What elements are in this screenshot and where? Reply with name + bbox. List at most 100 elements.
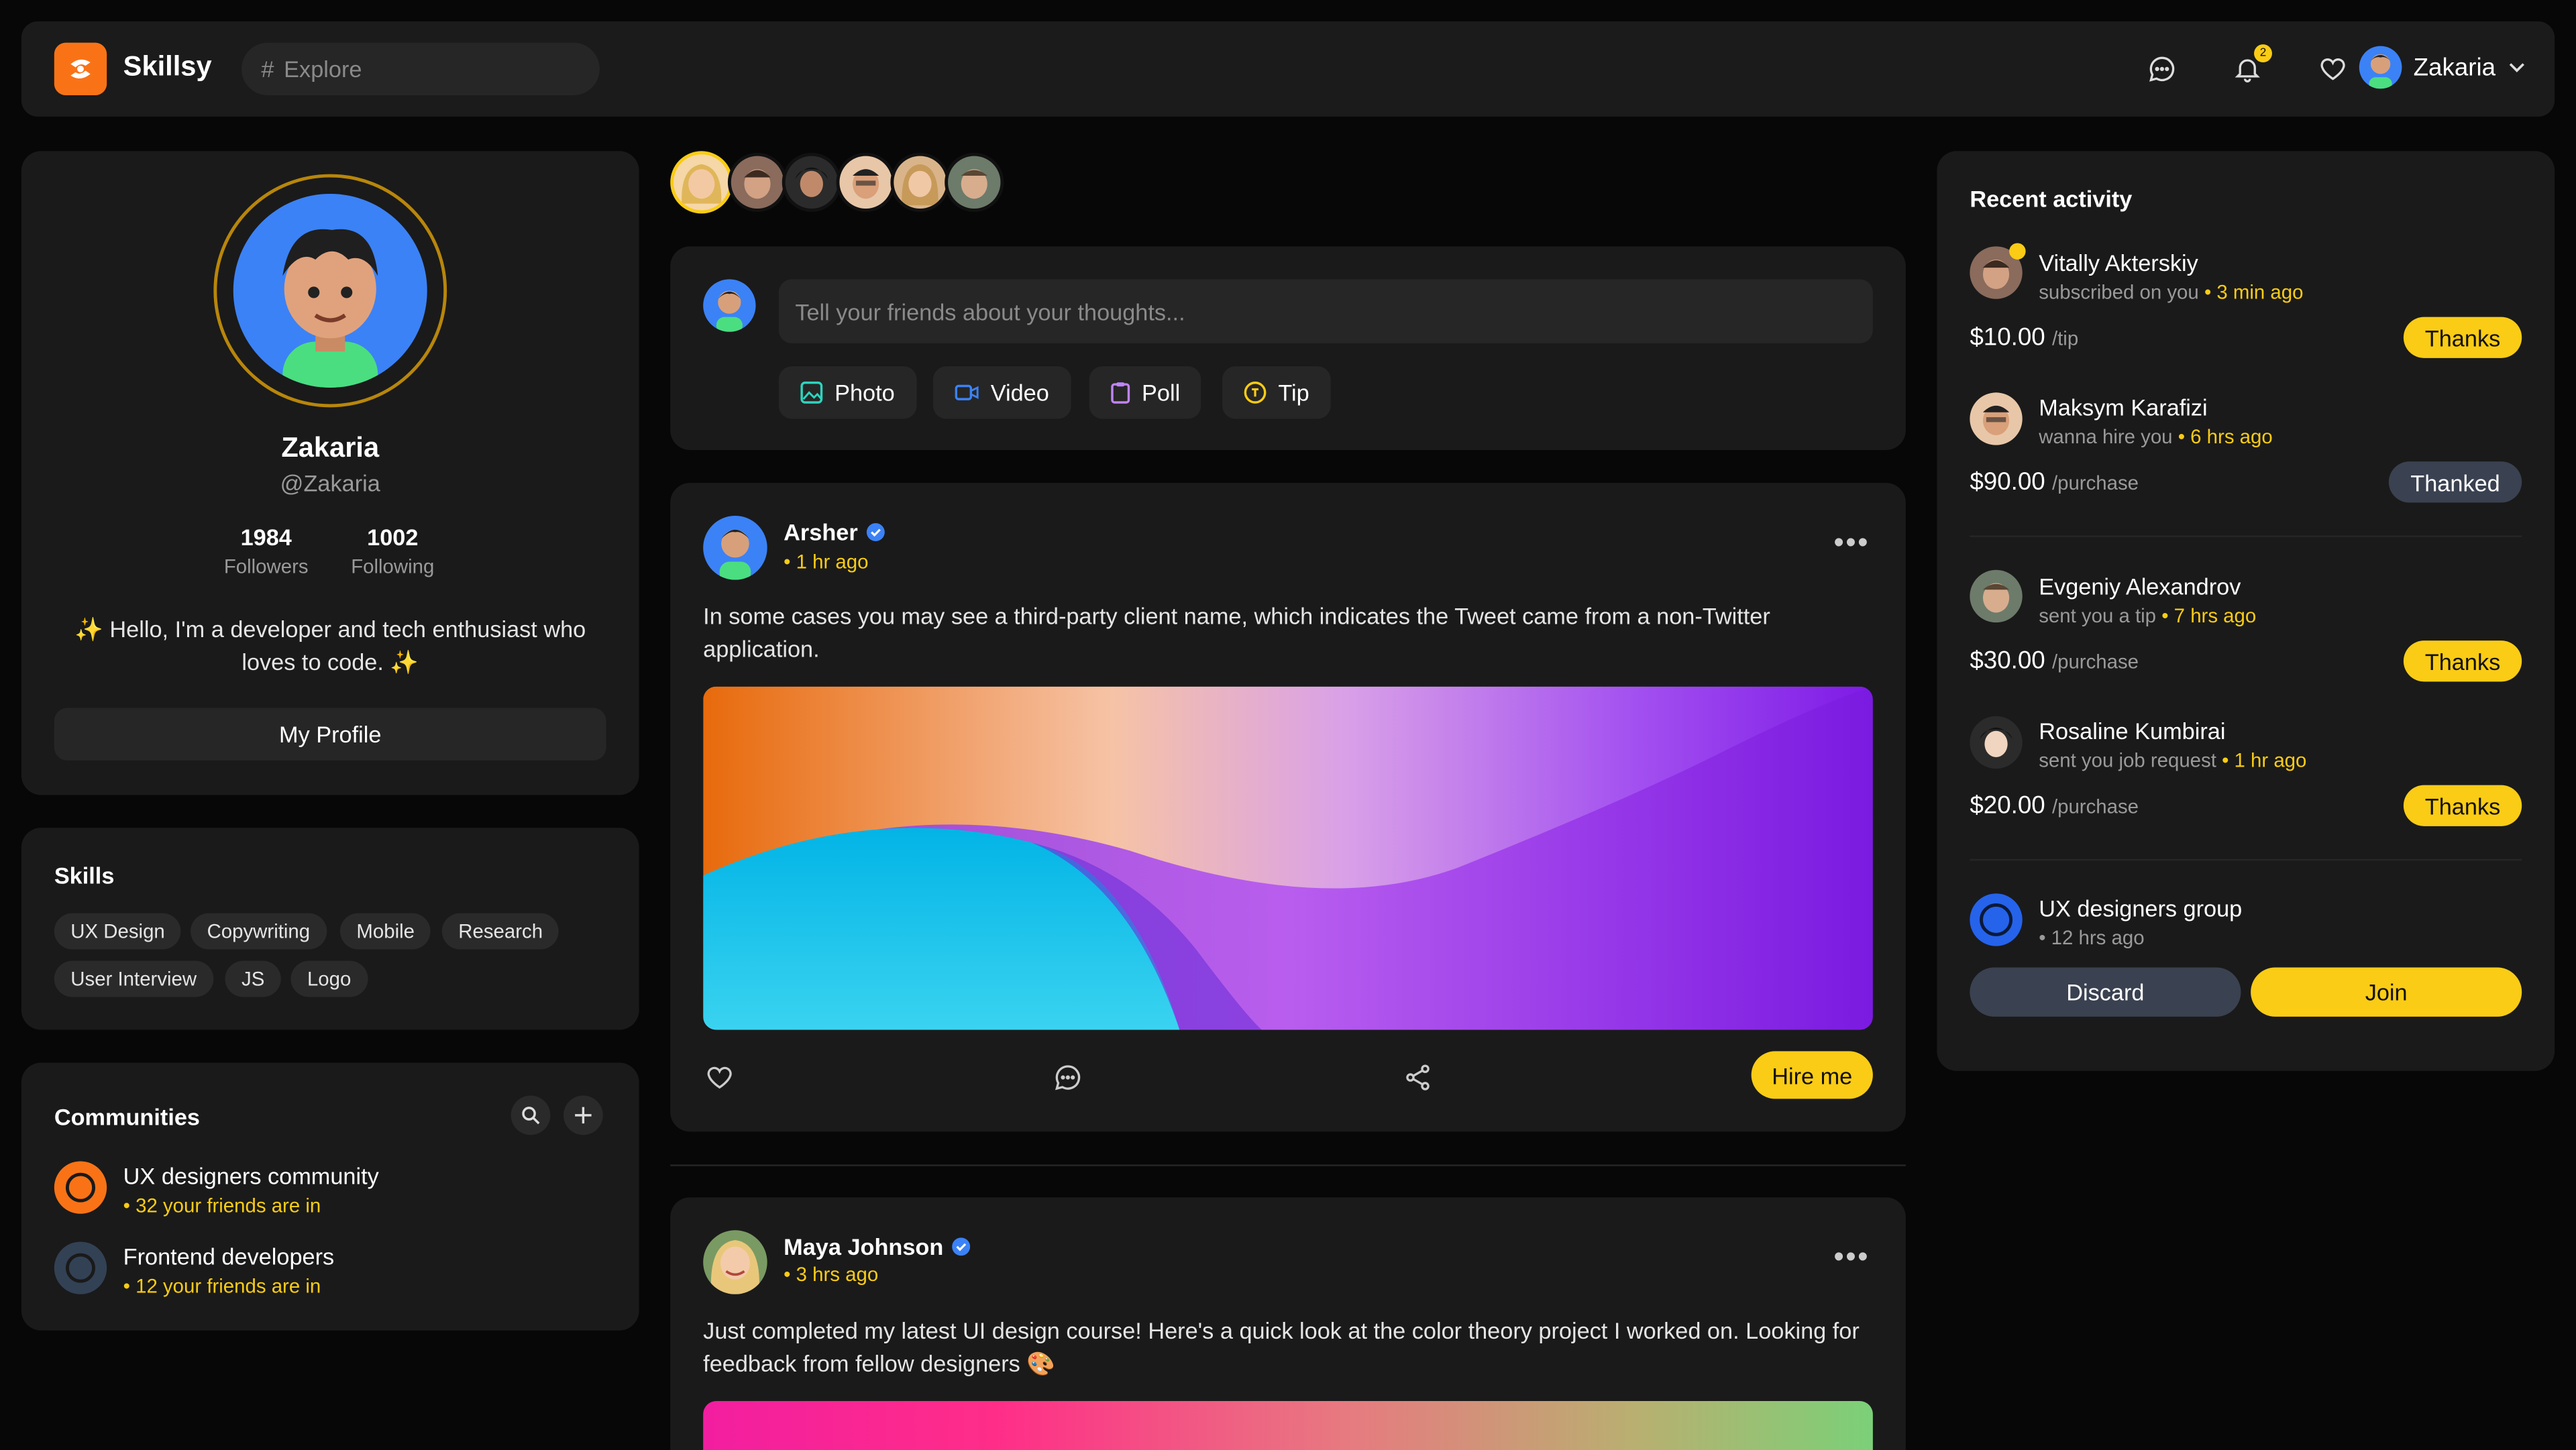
activity-amount: $90.00 /purchase	[1970, 468, 2139, 496]
communities-title: Communities	[54, 1103, 201, 1130]
tip-button[interactable]: Tip	[1222, 366, 1331, 419]
join-button[interactable]: Join	[2251, 967, 2522, 1017]
group-name[interactable]: UX designers group	[2039, 895, 2242, 922]
discard-button[interactable]: Discard	[1970, 967, 2241, 1017]
following-stat[interactable]: 1002 Following	[343, 524, 442, 578]
activity-name[interactable]: Vitally Akterskiy	[2039, 249, 2198, 276]
share-icon[interactable]	[1403, 1063, 1432, 1101]
add-community-button[interactable]	[564, 1095, 603, 1135]
post-author-avatar[interactable]	[703, 515, 767, 580]
messages-icon[interactable]	[2144, 51, 2180, 87]
amount-unit: /purchase	[2051, 650, 2139, 674]
profile-avatar[interactable]	[233, 193, 427, 388]
hash-icon: #	[261, 56, 274, 82]
skills-card: Skills UX Design Copywriting Mobile Rese…	[21, 828, 639, 1030]
post-image[interactable]	[703, 1400, 1873, 1450]
skill-chip[interactable]: UX Design	[54, 913, 182, 950]
post-text: In some cases you may see a third-party …	[703, 602, 1770, 661]
activity-amount: $10.00 /tip	[1970, 323, 2078, 351]
post-more-options-icon[interactable]: •••	[1833, 1240, 1870, 1274]
feed-divider	[670, 1164, 1906, 1166]
poll-label: Poll	[1142, 379, 1181, 406]
profile-name: Zakaria	[281, 432, 380, 463]
explore-search-input[interactable]: # Explore	[241, 42, 600, 96]
activity-avatar[interactable]	[1970, 392, 2023, 445]
story-avatar[interactable]	[727, 152, 788, 212]
thanks-button[interactable]: Thanks	[2403, 640, 2522, 682]
plus-icon	[575, 1107, 592, 1124]
user-name: Zakaria	[2413, 53, 2496, 82]
thanked-button[interactable]: Thanked	[2388, 461, 2522, 503]
search-communities-button[interactable]	[511, 1095, 551, 1135]
comment-icon[interactable]	[1053, 1063, 1083, 1101]
post-author-name: Arsher	[784, 518, 858, 546]
thanks-button[interactable]: Thanks	[2403, 317, 2522, 358]
activity-action: sent you job request	[2039, 748, 2216, 773]
activity-time: • 3 min ago	[2204, 280, 2304, 304]
story-avatar[interactable]	[945, 152, 1004, 212]
activity-name[interactable]: Maksym Karafizi	[2039, 394, 2207, 421]
profile-avatar-ring	[213, 174, 447, 408]
app-name[interactable]: Skillsy	[123, 51, 212, 84]
video-label: Video	[990, 379, 1049, 406]
coin-icon	[1244, 381, 1267, 404]
skill-chip[interactable]: Logo	[290, 960, 368, 997]
activity-avatar[interactable]	[1970, 569, 2023, 623]
amount-unit: /tip	[2051, 327, 2079, 350]
favorites-heart-icon[interactable]	[2315, 51, 2351, 87]
followers-stat[interactable]: 1984 Followers	[217, 524, 315, 578]
amount-value: $90.00	[1970, 467, 2045, 496]
community-friends: • 12 your friends are in	[123, 1274, 321, 1298]
post-author[interactable]: Arsher	[784, 519, 885, 545]
post-more-options-icon[interactable]: •••	[1833, 526, 1870, 560]
activity-name[interactable]: Rosaline Kumbirai	[2039, 718, 2225, 744]
tip-label: Tip	[1278, 379, 1309, 406]
post-author-name: Maya Johnson	[784, 1233, 944, 1260]
activity-time: • 6 hrs ago	[2178, 425, 2273, 449]
explore-placeholder: Explore	[284, 56, 362, 82]
story-avatar[interactable]	[836, 152, 896, 212]
post-time: • 3 hrs ago	[784, 1263, 879, 1286]
community-item[interactable]: UX designers community • 32 your friends…	[54, 1161, 606, 1227]
video-button[interactable]: Video	[933, 366, 1071, 419]
group-icon	[1970, 893, 2023, 946]
amount-unit: /purchase	[2051, 471, 2139, 495]
story-avatar[interactable]	[782, 152, 841, 212]
photo-button[interactable]: Photo	[778, 366, 916, 419]
my-profile-button[interactable]: My Profile	[54, 708, 606, 761]
online-status-dot	[2009, 243, 2026, 260]
post-author[interactable]: Maya Johnson	[784, 1233, 971, 1260]
video-icon	[955, 384, 979, 400]
profile-handle: @Zakaria	[280, 469, 380, 496]
skill-chip[interactable]: Copywriting	[191, 913, 327, 950]
clipboard-icon	[1111, 382, 1130, 404]
top-navbar: Skillsy # Explore 2 Zakaria	[21, 21, 2555, 117]
activity-amount: $20.00 /purchase	[1970, 791, 2139, 820]
community-item[interactable]: Frontend developers • 12 your friends ar…	[54, 1241, 606, 1307]
photo-label: Photo	[835, 379, 895, 406]
skills-title: Skills	[54, 862, 115, 889]
post-text: Just completed my latest UI design cours…	[703, 1317, 1860, 1376]
verified-badge-icon	[867, 523, 885, 541]
skill-chip[interactable]: User Interview	[54, 960, 213, 997]
composer-input[interactable]: Tell your friends about your thoughts...	[778, 279, 1873, 343]
activity-avatar[interactable]	[1970, 716, 2023, 769]
skill-chip[interactable]: Research	[441, 913, 559, 950]
skill-chip[interactable]: Mobile	[339, 913, 431, 950]
post-author-avatar[interactable]	[703, 1230, 767, 1294]
skill-chip[interactable]: JS	[225, 960, 281, 997]
activity-sub: wanna hire you • 6 hrs ago	[2039, 425, 2273, 448]
story-avatar[interactable]	[670, 151, 733, 214]
activity-action: sent you a tip	[2039, 604, 2157, 628]
community-name: Frontend developers	[123, 1243, 335, 1270]
activity-name[interactable]: Evgeniy Alexandrov	[2039, 573, 2241, 600]
amount-value: $30.00	[1970, 647, 2045, 675]
skillsy-logo-icon[interactable]	[54, 42, 107, 96]
hire-me-button[interactable]: Hire me	[1751, 1051, 1873, 1099]
poll-button[interactable]: Poll	[1089, 366, 1202, 419]
post-image[interactable]	[703, 686, 1873, 1030]
like-heart-icon[interactable]	[705, 1063, 735, 1101]
thanks-button[interactable]: Thanks	[2403, 785, 2522, 826]
story-avatar[interactable]	[890, 152, 950, 212]
user-menu[interactable]: Zakaria	[2359, 46, 2527, 89]
